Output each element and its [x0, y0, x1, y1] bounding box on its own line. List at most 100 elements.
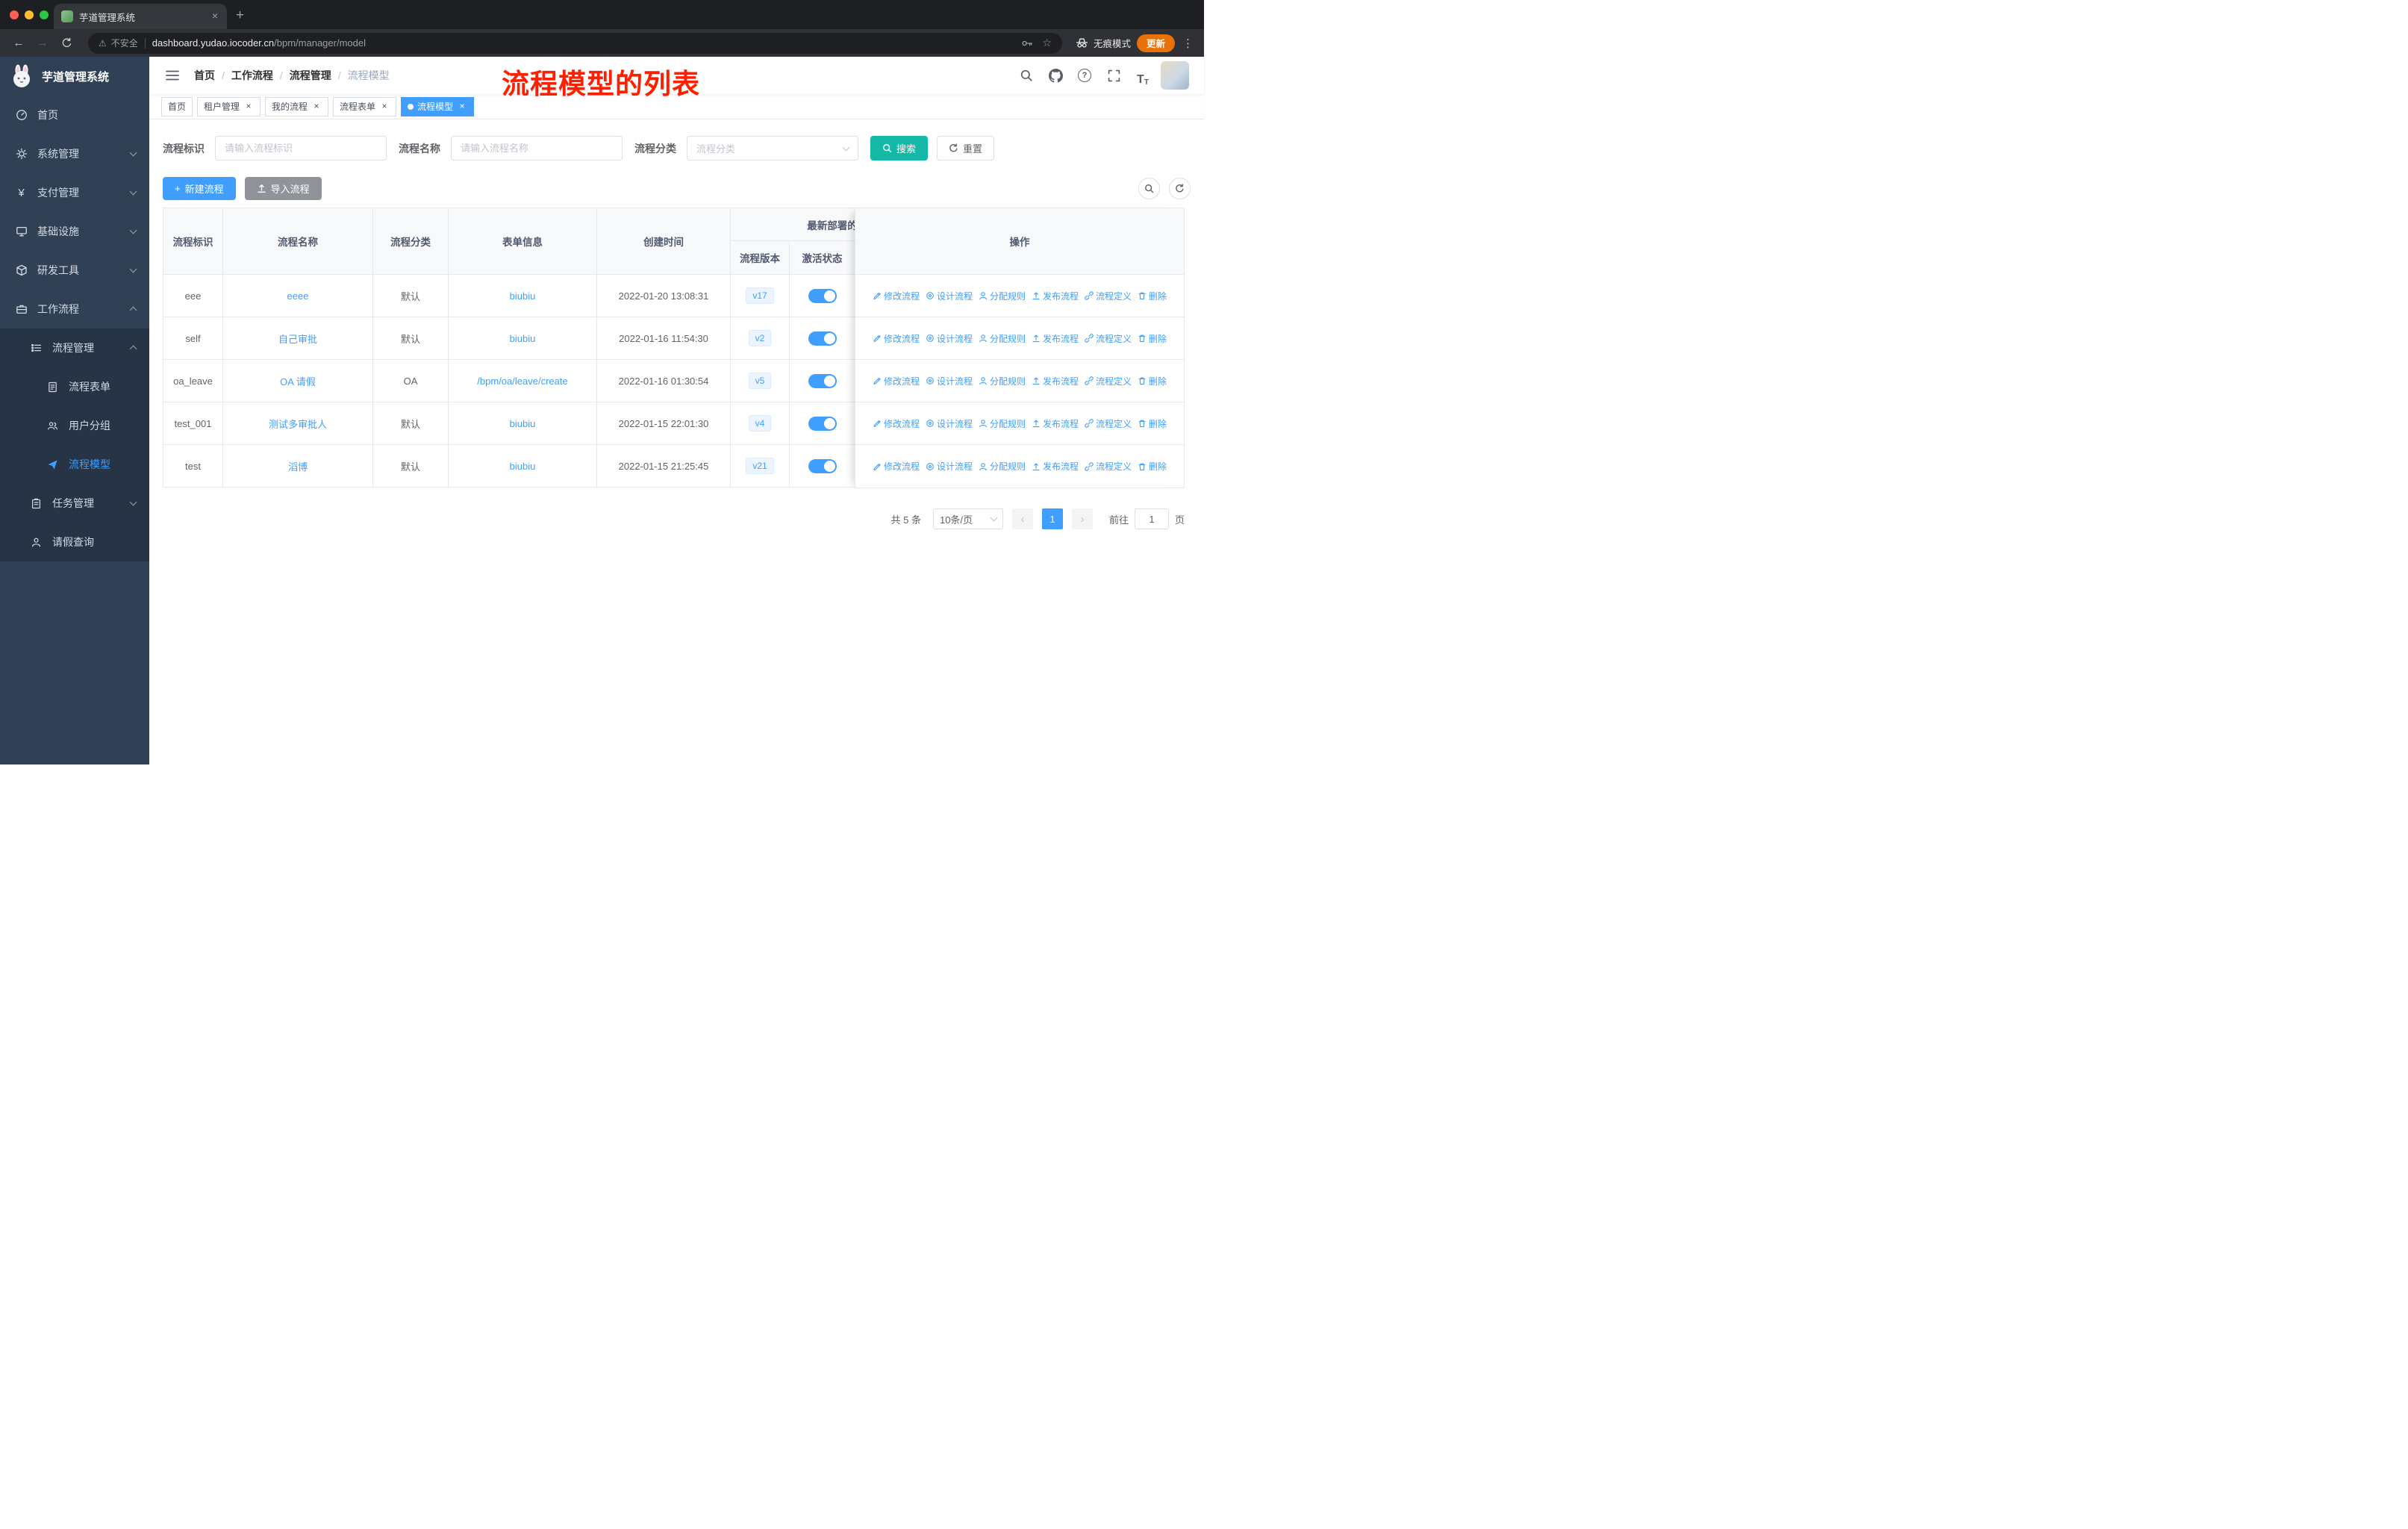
active-toggle[interactable] — [808, 331, 837, 346]
toggle-search-button[interactable] — [1138, 178, 1160, 199]
sidebar-item-user-group[interactable]: 用户分组 — [0, 406, 149, 445]
search-icon[interactable] — [1015, 64, 1038, 87]
sidebar-item-payment[interactable]: ¥ 支付管理 — [0, 173, 149, 212]
forward-button[interactable]: → — [33, 34, 52, 53]
fullscreen-icon[interactable] — [1102, 64, 1125, 87]
browser-tab[interactable]: 芋道管理系统 × — [54, 4, 227, 29]
process-name-link[interactable]: 滔博 — [288, 459, 308, 473]
breadcrumb-item-home[interactable]: 首页 — [194, 68, 231, 83]
close-icon[interactable]: × — [379, 101, 390, 112]
action-design-process[interactable]: 设计流程 — [926, 460, 973, 473]
import-process-button[interactable]: 导入流程 — [244, 177, 322, 200]
action-delete[interactable]: 删除 — [1138, 417, 1167, 430]
process-name-link[interactable]: eeee — [287, 290, 309, 302]
prev-page-button[interactable]: ‹ — [1011, 508, 1033, 529]
bookmark-star-icon[interactable]: ☆ — [1042, 37, 1052, 49]
active-toggle[interactable] — [808, 458, 837, 473]
action-edit-process[interactable]: 修改流程 — [873, 460, 920, 473]
action-delete[interactable]: 删除 — [1138, 290, 1167, 302]
action-delete[interactable]: 删除 — [1138, 332, 1167, 345]
window-close-button[interactable] — [10, 10, 19, 19]
tag-my-process[interactable]: 我的流程 × — [265, 96, 329, 116]
action-assign-rule[interactable]: 分配规则 — [979, 375, 1026, 387]
action-edit-process[interactable]: 修改流程 — [873, 417, 920, 430]
tag-tenant-management[interactable]: 租户管理 × — [197, 96, 261, 116]
action-publish-process[interactable]: 发布流程 — [1032, 460, 1079, 473]
close-icon[interactable]: × — [243, 101, 254, 112]
close-icon[interactable]: × — [457, 101, 467, 112]
sidebar-item-infrastructure[interactable]: 基础设施 — [0, 212, 149, 251]
tab-close-icon[interactable]: × — [209, 10, 221, 22]
tag-process-model[interactable]: 流程模型 × — [401, 96, 475, 116]
process-name-input[interactable] — [451, 136, 623, 161]
sidebar-item-leave-query[interactable]: 请假查询 — [0, 523, 149, 561]
action-process-definition[interactable]: 流程定义 — [1085, 290, 1132, 302]
window-zoom-button[interactable] — [40, 10, 49, 19]
action-delete[interactable]: 删除 — [1138, 460, 1167, 473]
sidebar-item-home[interactable]: 首页 — [0, 96, 149, 134]
process-name-link[interactable]: 自己审批 — [278, 331, 317, 346]
breadcrumb-item-process-management[interactable]: 流程管理 — [290, 68, 348, 83]
action-design-process[interactable]: 设计流程 — [926, 290, 973, 302]
reload-button[interactable] — [57, 34, 76, 53]
help-icon[interactable]: ? — [1073, 64, 1096, 87]
process-name-link[interactable]: 测试多审批人 — [269, 417, 327, 431]
process-key-input[interactable] — [215, 136, 387, 161]
form-info-link[interactable]: biubiu — [510, 333, 536, 344]
sidebar-item-workflow[interactable]: 工作流程 — [0, 290, 149, 328]
action-assign-rule[interactable]: 分配规则 — [979, 417, 1026, 430]
security-status[interactable]: ⚠ 不安全 — [99, 37, 138, 49]
chrome-update-button[interactable]: 更新 — [1136, 34, 1175, 52]
action-process-definition[interactable]: 流程定义 — [1085, 460, 1132, 473]
user-avatar[interactable] — [1161, 61, 1189, 90]
action-design-process[interactable]: 设计流程 — [926, 332, 973, 345]
sidebar-item-process-management[interactable]: 流程管理 — [0, 328, 149, 367]
back-button[interactable]: ← — [9, 34, 28, 53]
action-assign-rule[interactable]: 分配规则 — [979, 290, 1026, 302]
create-process-button[interactable]: + 新建流程 — [163, 177, 236, 200]
sidebar-item-process-model[interactable]: 流程模型 — [0, 445, 149, 484]
address-bar[interactable]: ⚠ 不安全 dashboard.yudao.iocoder.cn/bpm/man… — [88, 32, 1062, 54]
action-assign-rule[interactable]: 分配规则 — [979, 332, 1026, 345]
new-tab-button[interactable]: + — [236, 7, 244, 24]
search-button[interactable]: 搜索 — [870, 136, 929, 161]
action-publish-process[interactable]: 发布流程 — [1032, 417, 1079, 430]
reset-button[interactable]: 重置 — [937, 136, 995, 161]
action-edit-process[interactable]: 修改流程 — [873, 375, 920, 387]
browser-menu-icon[interactable]: ⋮ — [1182, 37, 1194, 50]
action-publish-process[interactable]: 发布流程 — [1032, 375, 1079, 387]
sidebar-item-task-management[interactable]: 任务管理 — [0, 484, 149, 523]
action-design-process[interactable]: 设计流程 — [926, 417, 973, 430]
action-design-process[interactable]: 设计流程 — [926, 375, 973, 387]
form-info-link[interactable]: biubiu — [510, 418, 536, 429]
page-number-1[interactable]: 1 — [1041, 508, 1063, 529]
refresh-table-button[interactable] — [1169, 178, 1191, 199]
tag-process-form[interactable]: 流程表单 × — [333, 96, 397, 116]
action-edit-process[interactable]: 修改流程 — [873, 290, 920, 302]
action-edit-process[interactable]: 修改流程 — [873, 332, 920, 345]
github-icon[interactable] — [1044, 64, 1067, 87]
form-info-link[interactable]: biubiu — [510, 290, 536, 302]
sidebar-item-process-form[interactable]: 流程表单 — [0, 367, 149, 406]
action-assign-rule[interactable]: 分配规则 — [979, 460, 1026, 473]
action-publish-process[interactable]: 发布流程 — [1032, 290, 1079, 302]
action-process-definition[interactable]: 流程定义 — [1085, 375, 1132, 387]
action-publish-process[interactable]: 发布流程 — [1032, 332, 1079, 345]
process-category-select[interactable]: 流程分类 — [687, 136, 858, 161]
action-process-definition[interactable]: 流程定义 — [1085, 417, 1132, 430]
process-name-link[interactable]: OA 请假 — [280, 374, 316, 388]
action-process-definition[interactable]: 流程定义 — [1085, 332, 1132, 345]
active-toggle[interactable] — [808, 288, 837, 303]
password-key-icon[interactable] — [1021, 37, 1033, 49]
page-size-select[interactable]: 10条/页 — [932, 508, 1003, 529]
form-info-link[interactable]: /bpm/oa/leave/create — [477, 376, 567, 387]
goto-page-input[interactable] — [1134, 508, 1169, 529]
font-size-icon[interactable]: TT — [1132, 64, 1154, 87]
active-toggle[interactable] — [808, 416, 837, 431]
window-minimize-button[interactable] — [25, 10, 34, 19]
next-page-button[interactable]: › — [1071, 508, 1093, 529]
close-icon[interactable]: × — [311, 101, 322, 112]
tag-home[interactable]: 首页 — [161, 96, 193, 116]
breadcrumb-item-workflow[interactable]: 工作流程 — [231, 68, 290, 83]
sidebar-item-system[interactable]: 系统管理 — [0, 134, 149, 173]
